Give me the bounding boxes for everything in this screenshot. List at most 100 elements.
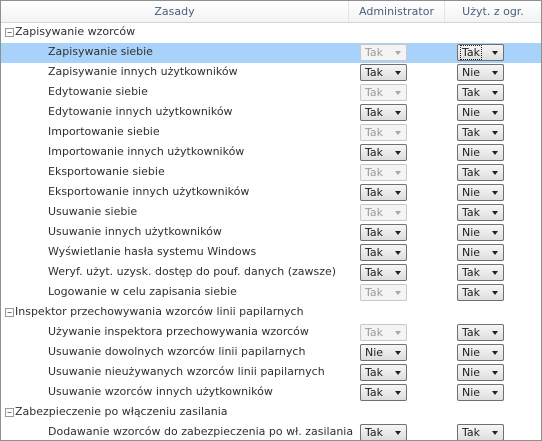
dropdown-value: Nie (365, 346, 384, 359)
dropdown-value: Nie (462, 226, 481, 239)
policy-row[interactable]: Weryf. użyt. uzysk. dostęp do pouf. dany… (1, 263, 541, 283)
user-permission-dropdown[interactable]: Tak (457, 164, 504, 181)
collapse-icon[interactable]: − (5, 28, 14, 37)
admin-permission-dropdown[interactable]: Tak (360, 144, 407, 161)
policy-row[interactable]: Usuwanie innych użytkowników Tak Nie (1, 223, 541, 243)
user-permission-dropdown[interactable]: Nie (457, 344, 504, 361)
policy-row[interactable]: Importowanie innych użytkowników Tak Nie (1, 143, 541, 163)
column-header-user[interactable]: Użyt. z ogr. (445, 1, 541, 22)
user-permission-dropdown[interactable]: Nie (457, 364, 504, 381)
dropdown-value: Nie (462, 246, 481, 259)
user-permission-dropdown[interactable]: Tak (457, 424, 504, 440)
dropdown-arrow-icon (395, 331, 401, 335)
policy-row[interactable]: Usuwanie wzorców innych użytkowników Tak N… (1, 383, 541, 403)
policy-label: Wyświetlanie hasła systemu Windows (48, 245, 257, 258)
admin-permission-dropdown[interactable]: Tak (360, 424, 407, 440)
policy-label: Używanie inspektora przechowywania wzorc… (48, 325, 309, 338)
user-permission-dropdown[interactable]: Tak (457, 44, 504, 61)
group-zapisywanie-wzorcow[interactable]: − Zapisywanie wzorców (1, 23, 541, 43)
user-permission-dropdown[interactable]: Tak (457, 284, 504, 301)
policy-row[interactable]: Usuwanie dowolnych wzorców linii papilar… (1, 343, 541, 363)
policy-label: Usuwanie wzorców innych użytkowników (48, 385, 273, 398)
policy-label: Logowanie w celu zapisania siebie (48, 285, 237, 298)
policy-label: Weryf. użyt. uzysk. dostęp do pouf. dany… (48, 265, 337, 278)
policy-row[interactable]: Zapisywanie siebie Tak Tak (1, 43, 541, 63)
dropdown-arrow-icon (492, 371, 498, 375)
dropdown-arrow-icon (395, 131, 401, 135)
collapse-icon[interactable]: − (5, 308, 14, 317)
dropdown-arrow-icon (492, 391, 498, 395)
user-permission-dropdown[interactable]: Nie (457, 224, 504, 241)
policy-row[interactable]: Zapisywanie innych użytkowników Tak Nie (1, 63, 541, 83)
admin-permission-dropdown[interactable]: Tak (360, 364, 407, 381)
policy-row[interactable]: Edytowanie siebie Tak Tak (1, 83, 541, 103)
user-permission-dropdown[interactable]: Nie (457, 64, 504, 81)
user-permission-dropdown[interactable]: Nie (457, 244, 504, 261)
dropdown-arrow-icon (492, 431, 498, 435)
dropdown-value: Tak (365, 66, 384, 79)
policy-row[interactable]: Importowanie siebie Tak Tak (1, 123, 541, 143)
policy-row[interactable]: Eksportowanie siebie Tak Tak (1, 163, 541, 183)
group-label: Zabezpieczenie po włączeniu zasilania (15, 405, 228, 418)
user-permission-dropdown[interactable]: Tak (457, 124, 504, 141)
user-permission-dropdown[interactable]: Tak (457, 204, 504, 221)
column-header-policy[interactable]: Zasady (1, 1, 349, 22)
dropdown-value: Tak (365, 386, 384, 399)
dropdown-arrow-icon (492, 191, 498, 195)
user-permission-dropdown[interactable]: Tak (457, 264, 504, 281)
policy-label: Zapisywanie innych użytkowników (48, 65, 238, 78)
admin-permission-dropdown: Tak (360, 124, 407, 141)
policy-row[interactable]: Usuwanie nieużywanych wzorców linii papi… (1, 363, 541, 383)
collapse-icon[interactable]: − (5, 408, 14, 417)
admin-permission-dropdown[interactable]: Tak (360, 244, 407, 261)
policy-row[interactable]: Używanie inspektora przechowywania wzorc… (1, 323, 541, 343)
policy-row[interactable]: Eksportowanie innych użytkowników Tak Nie (1, 183, 541, 203)
dropdown-arrow-icon (492, 91, 498, 95)
admin-permission-dropdown: Tak (360, 324, 407, 341)
policy-label: Edytowanie innych użytkowników (48, 105, 233, 118)
policy-row[interactable]: Usuwanie siebie Tak Tak (1, 203, 541, 223)
policy-label: Usuwanie dowolnych wzorców linii papilar… (48, 345, 306, 358)
dropdown-value: Tak (462, 426, 481, 439)
admin-permission-dropdown[interactable]: Tak (360, 264, 407, 281)
dropdown-arrow-icon (395, 431, 401, 435)
policy-label: Usuwanie siebie (48, 205, 138, 218)
group-label: Zapisywanie wzorców (15, 25, 136, 38)
admin-permission-dropdown[interactable]: Tak (360, 184, 407, 201)
user-permission-dropdown[interactable]: Tak (457, 84, 504, 101)
admin-permission-dropdown[interactable]: Tak (360, 224, 407, 241)
dropdown-value: Tak (365, 366, 384, 379)
dropdown-arrow-icon (492, 71, 498, 75)
policy-row[interactable]: Dodawanie wzorców do zabezpieczenia po w… (1, 423, 541, 440)
user-permission-dropdown[interactable]: Nie (457, 184, 504, 201)
admin-permission-dropdown: Tak (360, 284, 407, 301)
admin-permission-dropdown[interactable]: Tak (360, 64, 407, 81)
column-header-admin[interactable]: Administrator (349, 1, 445, 22)
user-permission-dropdown[interactable]: Nie (457, 144, 504, 161)
admin-permission-dropdown: Tak (360, 44, 407, 61)
user-permission-dropdown[interactable]: Tak (457, 324, 504, 341)
policy-row[interactable]: Wyświetlanie hasła systemu Windows Tak Nie (1, 243, 541, 263)
group-zabezpieczenie-po-wlaczeniu-zasilania[interactable]: − Zabezpieczenie po włączeniu zasilania (1, 403, 541, 423)
admin-permission-dropdown[interactable]: Nie (360, 344, 407, 361)
user-permission-dropdown[interactable]: Nie (457, 104, 504, 121)
policy-row[interactable]: Edytowanie innych użytkowników Tak Nie (1, 103, 541, 123)
dropdown-value: Nie (462, 186, 481, 199)
dropdown-value: Tak (365, 86, 384, 99)
admin-permission-dropdown[interactable]: Tak (360, 104, 407, 121)
dropdown-value: Tak (365, 106, 384, 119)
dropdown-arrow-icon (492, 231, 498, 235)
admin-permission-dropdown[interactable]: Tak (360, 384, 407, 401)
policy-label: Usuwanie nieużywanych wzorców linii papi… (48, 365, 325, 378)
policy-row[interactable]: Logowanie w celu zapisania siebie Tak Tak (1, 283, 541, 303)
dropdown-value: Tak (462, 266, 481, 279)
dropdown-arrow-icon (395, 271, 401, 275)
dropdown-value: Tak (365, 186, 384, 199)
dropdown-value: Tak (462, 326, 481, 339)
admin-permission-dropdown: Tak (360, 164, 407, 181)
dropdown-value: Nie (462, 386, 481, 399)
group-inspektor-przechowywania-wzorcow-linii-papilarnych[interactable]: − Inspektor przechowywania wzorców linii … (1, 303, 541, 323)
grid-rows: − Zapisywanie wzorców Zapisywanie siebie Ta… (1, 23, 541, 440)
user-permission-dropdown[interactable]: Nie (457, 384, 504, 401)
dropdown-value: Nie (462, 66, 481, 79)
